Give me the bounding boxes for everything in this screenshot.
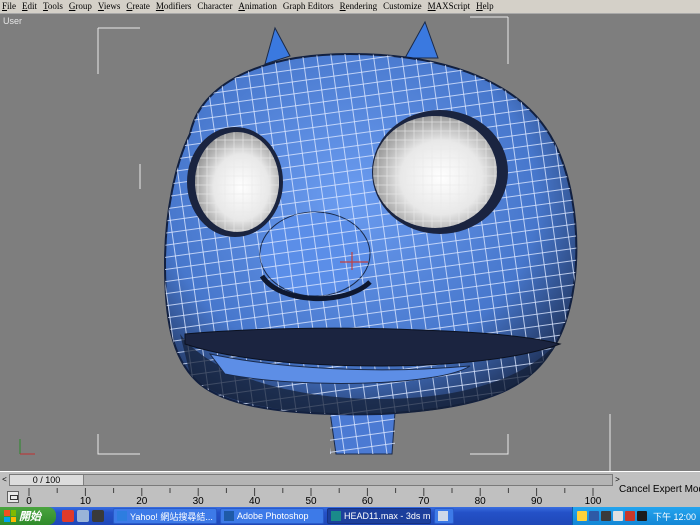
menu-file[interactable]: File xyxy=(0,0,19,13)
cancel-expert-mode[interactable]: Cancel Expert Mode xyxy=(619,484,700,495)
ruler-tick-label: 50 xyxy=(305,496,317,507)
tray-security-icon[interactable] xyxy=(624,511,635,521)
time-slider-thumb[interactable]: 0 / 100 xyxy=(10,475,84,485)
start-button[interactable]: 開始 xyxy=(0,507,56,525)
ruler-tick-label: 70 xyxy=(418,496,430,507)
taskbar-button-label: Adobe Photoshop xyxy=(237,511,309,521)
window-icon xyxy=(438,511,448,521)
taskbar-button-label: HEAD11.max - 3ds m... xyxy=(344,511,431,521)
menu-bar: File Edit Tools Group Views Create Modifiers Ch… xyxy=(0,0,700,13)
ruler-tick-label: 0 xyxy=(26,496,32,507)
3dsmax-icon xyxy=(331,511,341,521)
windows-flag-icon xyxy=(4,510,16,522)
menu-maxscript[interactable]: MAXScript xyxy=(425,0,474,13)
ruler-tick-label: 40 xyxy=(249,496,261,507)
track-bar-ruler[interactable]: 0 10 20 30 40 50 60 70 80 90 100 xyxy=(9,488,613,507)
prev-frame-button[interactable]: < xyxy=(0,474,9,486)
menu-create[interactable]: Create xyxy=(123,0,153,13)
neck-mesh xyxy=(329,411,396,455)
taskbar-button[interactable]: HEAD11.max - 3ds m... xyxy=(327,508,431,524)
menu-views[interactable]: Views xyxy=(95,0,123,13)
quick-launch-media-icon[interactable] xyxy=(77,510,89,522)
scene-canvas xyxy=(19,16,611,471)
start-label: 開始 xyxy=(19,511,41,523)
tray-antivirus-icon[interactable] xyxy=(588,511,599,521)
quick-launch-desktop-icon[interactable] xyxy=(92,510,104,522)
axis-tripod xyxy=(19,439,35,455)
menu-group[interactable]: Group xyxy=(66,0,95,13)
taskbar-button[interactable]: Yahoo! 網站搜尋結... xyxy=(113,508,217,524)
ruler-tick-label: 80 xyxy=(474,496,486,507)
timeline-panel: < 0 / 100 > 0 10 20 30 40 50 60 70 80 90 100 Cance… xyxy=(0,471,700,507)
menu-tools[interactable]: Tools xyxy=(40,0,66,13)
menu-modifiers[interactable]: Modifiers xyxy=(153,0,195,13)
ruler-tick-label: 30 xyxy=(192,496,204,507)
tray-network-icon[interactable] xyxy=(576,511,587,521)
ie-icon xyxy=(117,511,127,521)
right-eye xyxy=(372,110,508,234)
quick-launch-browser-icon[interactable] xyxy=(62,510,74,522)
menu-customize[interactable]: Customize xyxy=(380,0,425,13)
ruler-tick-label: 60 xyxy=(361,496,373,507)
system-tray: 下午 12:00 xyxy=(571,507,700,525)
menu-help[interactable]: Help xyxy=(473,0,497,13)
menu-animation[interactable]: Animation xyxy=(235,0,280,13)
windows-taskbar: 開始 Yahoo! 網站搜尋結... Adobe Photoshop HEAD11.… xyxy=(0,507,700,525)
ruler-tick-label: 20 xyxy=(136,496,148,507)
taskbar-button[interactable] xyxy=(434,508,454,524)
taskbar-button[interactable]: Adobe Photoshop xyxy=(220,508,324,524)
taskbar-button-label: Yahoo! 網站搜尋結... xyxy=(130,511,213,522)
time-slider[interactable]: 0 / 100 xyxy=(9,474,613,486)
quick-launch xyxy=(56,510,110,522)
ruler-tick-label: 100 xyxy=(584,496,602,507)
tray-volume-icon[interactable] xyxy=(600,511,611,521)
photoshop-icon xyxy=(224,511,234,521)
viewport-user[interactable]: User xyxy=(0,13,700,471)
ruler-tick-label: 10 xyxy=(79,496,91,507)
menu-character[interactable]: Character xyxy=(194,0,235,13)
tray-display-icon[interactable] xyxy=(636,511,647,521)
left-eye xyxy=(187,127,283,237)
menu-rendering[interactable]: Rendering xyxy=(337,0,381,13)
ruler-tick-label: 90 xyxy=(531,496,543,507)
tray-update-icon[interactable] xyxy=(612,511,623,521)
menu-graph-editors[interactable]: Graph Editors xyxy=(280,0,337,13)
menu-edit[interactable]: Edit xyxy=(19,0,40,13)
clock[interactable]: 下午 12:00 xyxy=(653,510,696,523)
